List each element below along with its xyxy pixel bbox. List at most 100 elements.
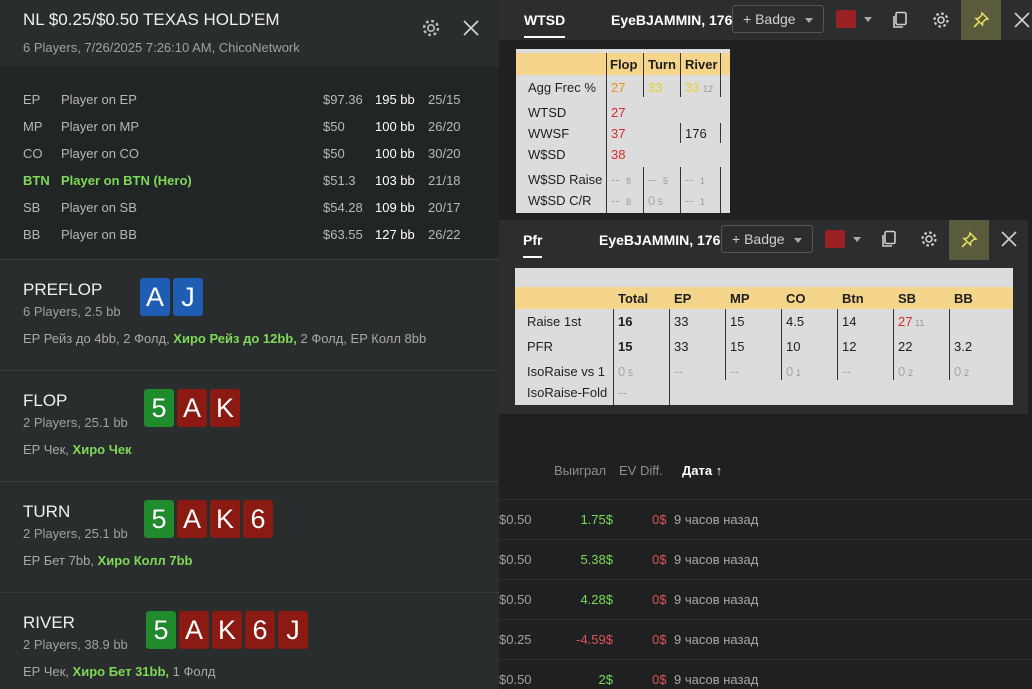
street-name: PREFLOP — [23, 280, 103, 299]
stat-value: 27 — [611, 80, 626, 95]
table-row[interactable]: $0.50 4.28$ 0$ 9 часов назад — [499, 579, 1032, 619]
hand-subtitle: 6 Players, 7/26/2025 7:26:10 AM, ChicoNe… — [23, 40, 300, 55]
stat-value: 14 — [842, 314, 857, 329]
table-row[interactable]: $0.25 -4.59$ 0$ 9 часов назад — [499, 619, 1032, 659]
stat-value: 0 — [648, 193, 656, 208]
gear-icon[interactable] — [920, 230, 938, 248]
card: A — [177, 500, 207, 538]
street-players-pot: 2 Players, 25.1 bb — [23, 415, 128, 430]
player-vpip-pfr: 26/22 — [428, 227, 461, 242]
close-icon[interactable] — [1000, 230, 1018, 248]
stat-value: 0 — [954, 364, 962, 379]
player-stack-bb: 109 bb — [375, 200, 415, 215]
stat-value: -- — [611, 193, 620, 208]
close-icon[interactable] — [461, 18, 481, 38]
street-flop: FLOP 2 Players, 25.1 bb 5 A K EP Чек, Хи… — [0, 370, 499, 480]
color-picker[interactable] — [836, 10, 872, 28]
player-position: BB — [23, 227, 41, 242]
player-vpip-pfr: 20/17 — [428, 200, 461, 215]
chevron-down-icon — [864, 16, 872, 22]
player-position: EP — [23, 92, 41, 107]
gear-icon[interactable] — [421, 18, 441, 38]
gear-icon[interactable] — [932, 11, 950, 29]
stat-value: 10 — [786, 339, 801, 354]
pin-button[interactable] — [961, 0, 1001, 40]
card: J — [173, 278, 203, 316]
stat-sample: 1 — [700, 197, 706, 207]
ev-diff: 0$ — [652, 592, 667, 607]
close-icon[interactable] — [1013, 11, 1031, 29]
color-picker[interactable] — [825, 230, 861, 248]
player-vpip-pfr: 26/20 — [428, 119, 461, 134]
player-stack: $63.55 — [323, 227, 363, 242]
player-row[interactable]: BB Player on BB $63.55 127 bb 26/22 — [0, 227, 499, 254]
card: K — [210, 500, 240, 538]
column-header-won[interactable]: Выиграл — [554, 463, 606, 478]
time-ago: 9 часов назад — [674, 592, 759, 607]
won-amount: -4.59$ — [576, 632, 613, 647]
stat-value: 38 — [611, 147, 626, 162]
stat-value: 3.2 — [954, 339, 973, 354]
board-cards: 5 A K — [144, 389, 240, 427]
divider — [837, 309, 838, 380]
column-header-date[interactable]: Дата ↑ — [682, 463, 722, 478]
add-badge-button[interactable]: + Badge — [721, 225, 814, 253]
player-row[interactable]: MP Player on MP $50 100 bb 26/20 — [0, 119, 499, 146]
stat-label: WTSD — [528, 105, 567, 120]
col-header-river: River — [685, 57, 718, 72]
column-header-ev-diff[interactable]: EV Diff. — [619, 463, 663, 478]
player-row[interactable]: SB Player on SB $54.28 109 bb 20/17 — [0, 200, 499, 227]
action-text: 2 Фолд, EP Колл 8bb — [296, 331, 427, 346]
table-row[interactable]: $0.50 1.75$ 0$ 9 часов назад — [499, 499, 1032, 539]
player-stack-bb: 103 bb — [375, 173, 415, 188]
card: A — [140, 278, 170, 316]
stat-value: 33 — [674, 339, 689, 354]
stat-value: 0 — [786, 364, 794, 379]
copy-icon[interactable] — [891, 11, 909, 29]
player-row-hero[interactable]: BTN Player on BTN (Hero) $51.3 103 bb 21… — [0, 173, 499, 200]
stat-sample: 12 — [703, 84, 714, 94]
divider — [613, 309, 614, 405]
street-name: FLOP — [23, 391, 68, 410]
tab-wtsd[interactable]: WTSD — [524, 12, 566, 38]
player-stack-bb: 100 bb — [375, 146, 415, 161]
copy-icon[interactable] — [880, 230, 898, 248]
divider — [680, 53, 681, 97]
hud-player-name: EyeBJAMMIN, 176 — [599, 232, 721, 248]
col-header-total: Total — [618, 291, 649, 306]
stat-value: 15 — [618, 339, 633, 354]
player-position: SB — [23, 200, 41, 215]
street-river: RIVER 2 Players, 38.9 bb 5 A K 6 J EP Че… — [0, 592, 499, 689]
player-name: Player on EP — [61, 92, 137, 107]
stat-value: -- — [685, 193, 694, 208]
card: 6 — [243, 500, 273, 538]
stat-value: -- — [842, 364, 851, 379]
divider — [643, 167, 644, 213]
table-row[interactable]: $0.50 2$ 0$ 9 часов назад — [499, 659, 1032, 689]
table-row[interactable]: $0.50 5.38$ 0$ 9 часов назад — [499, 539, 1032, 579]
card: K — [212, 611, 242, 649]
stat-sample: 5 — [658, 197, 664, 207]
col-header-sb: SB — [898, 291, 917, 306]
player-row[interactable]: EP Player on EP $97.36 195 bb 25/15 — [0, 92, 499, 119]
action-text: 1 Фолд — [169, 664, 216, 679]
col-header-btn: Btn — [842, 291, 864, 306]
street-name: TURN — [23, 502, 71, 521]
card: 6 — [245, 611, 275, 649]
time-ago: 9 часов назад — [674, 512, 759, 527]
stat-value: 37 — [611, 126, 626, 141]
pin-button[interactable] — [949, 220, 989, 260]
tab-pfr[interactable]: Pfr — [523, 232, 543, 258]
divider — [680, 167, 681, 213]
player-stack: $54.28 — [323, 200, 363, 215]
stat-sample: 1 — [796, 368, 802, 378]
color-swatch — [825, 230, 845, 248]
street-actions: EP Чек, Хиро Бет 31bb, 1 Фолд — [23, 664, 215, 679]
add-badge-button[interactable]: + Badge — [732, 5, 825, 33]
table-header-band — [515, 287, 1013, 309]
hand-header: NL $0.25/$0.50 TEXAS HOLD'EM 6 Players, … — [0, 0, 499, 66]
player-row[interactable]: CO Player on CO $50 100 bb 30/20 — [0, 146, 499, 173]
player-name: Player on SB — [61, 200, 137, 215]
divider — [680, 123, 681, 143]
stat-value: 0 — [618, 364, 626, 379]
